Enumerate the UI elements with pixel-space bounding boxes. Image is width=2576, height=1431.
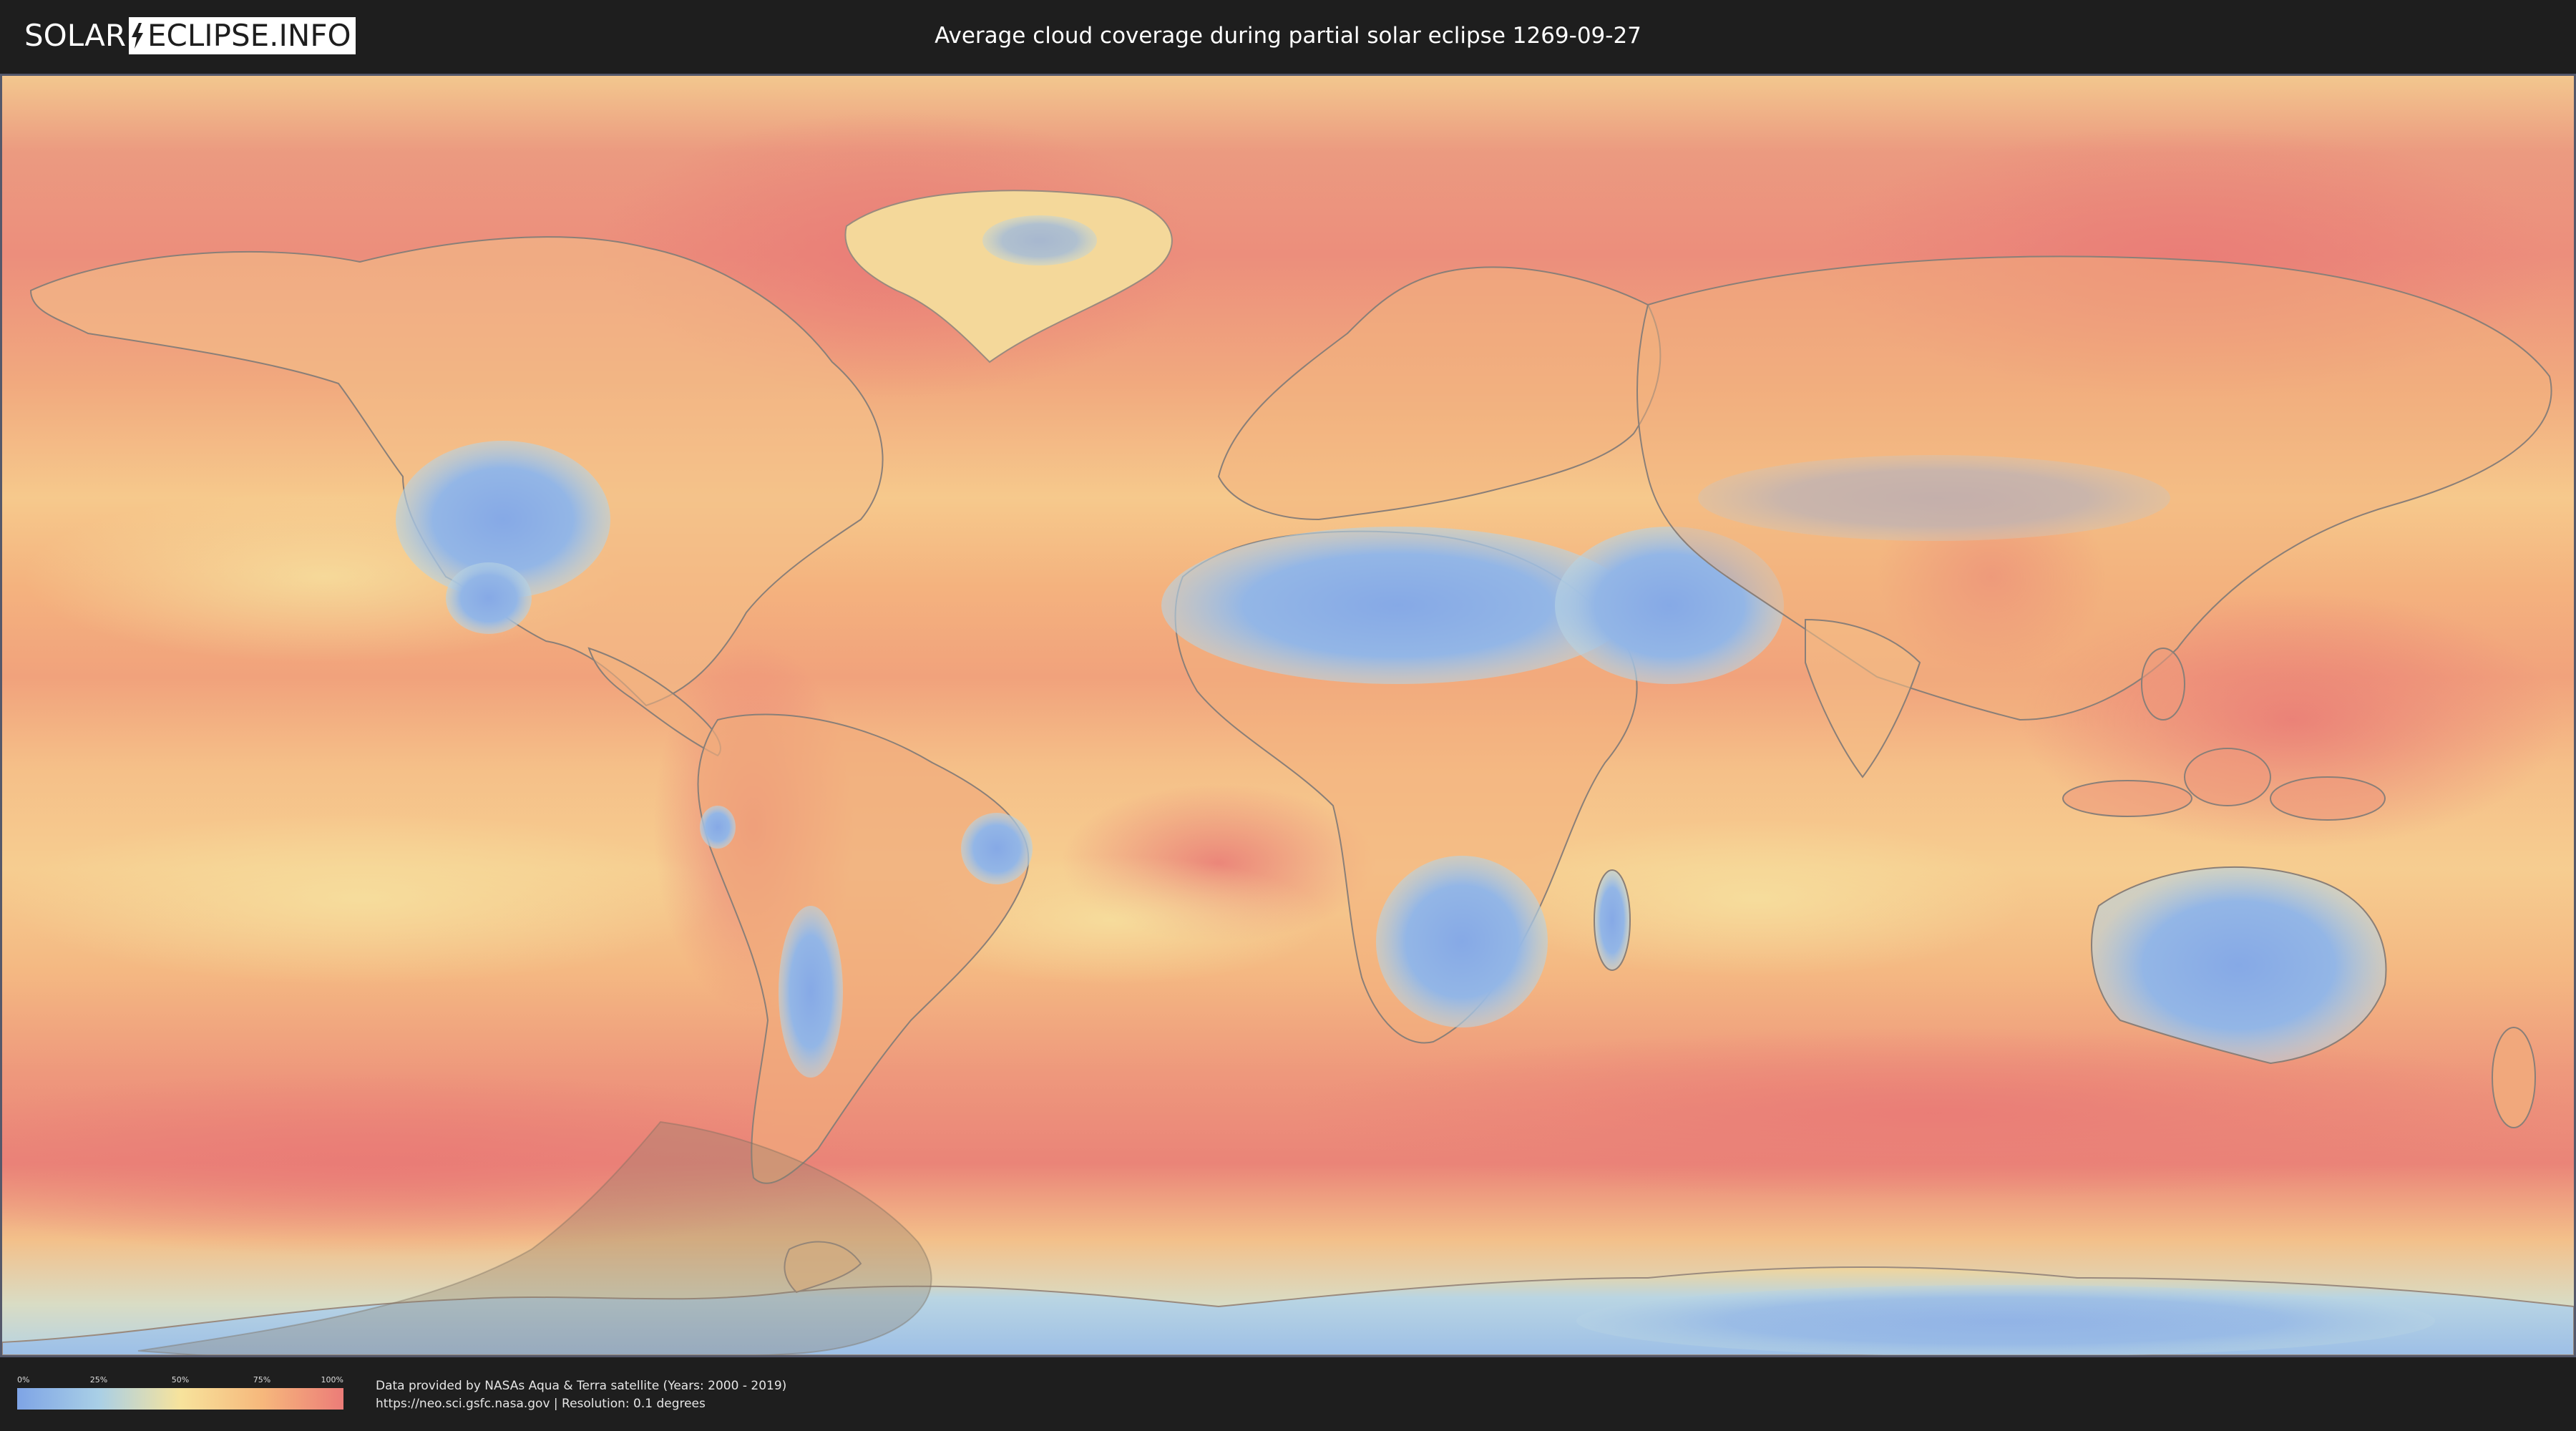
cloud-coverage-legend: 0% 25% 50% 75% 100% — [17, 1375, 343, 1411]
page-title: Average cloud coverage during partial so… — [935, 23, 1641, 49]
legend-color-bar — [17, 1388, 343, 1410]
greenland-blue-patch — [982, 215, 1097, 265]
south-america-blue-andes — [779, 906, 843, 1078]
legend-tick-50: 50% — [171, 1375, 190, 1384]
credit-line-1: Data provided by NASAs Aqua & Terra sate… — [376, 1379, 787, 1393]
legend-tick-100: 100% — [321, 1375, 343, 1384]
baja-clear-sky — [446, 562, 532, 634]
southern-africa-clear-sky — [1376, 856, 1548, 1027]
credit-line-2[interactable]: https://neo.sci.gsfc.nasa.gov | Resoluti… — [376, 1395, 786, 1413]
legend-tick-0: 0% — [17, 1375, 30, 1384]
south-america-blue-east — [961, 813, 1033, 884]
cloud-coverage-map[interactable] — [2, 76, 2574, 1355]
legend-tick-25: 25% — [89, 1375, 108, 1384]
antarctica-clear-sky — [1576, 1285, 2435, 1355]
legend-tick-75: 75% — [253, 1375, 271, 1384]
madagascar — [1594, 869, 1631, 971]
south-america-blue-west — [700, 806, 736, 849]
data-credits: Data provided by NASAs Aqua & Terra sate… — [376, 1377, 786, 1413]
legend-ticks: 0% 25% 50% 75% 100% — [17, 1375, 343, 1385]
header-bar: SOLAR ECLIPSE.INFO Average cloud coverag… — [0, 0, 2576, 72]
new-zealand — [2492, 1027, 2536, 1128]
map-frame — [0, 74, 2576, 1357]
